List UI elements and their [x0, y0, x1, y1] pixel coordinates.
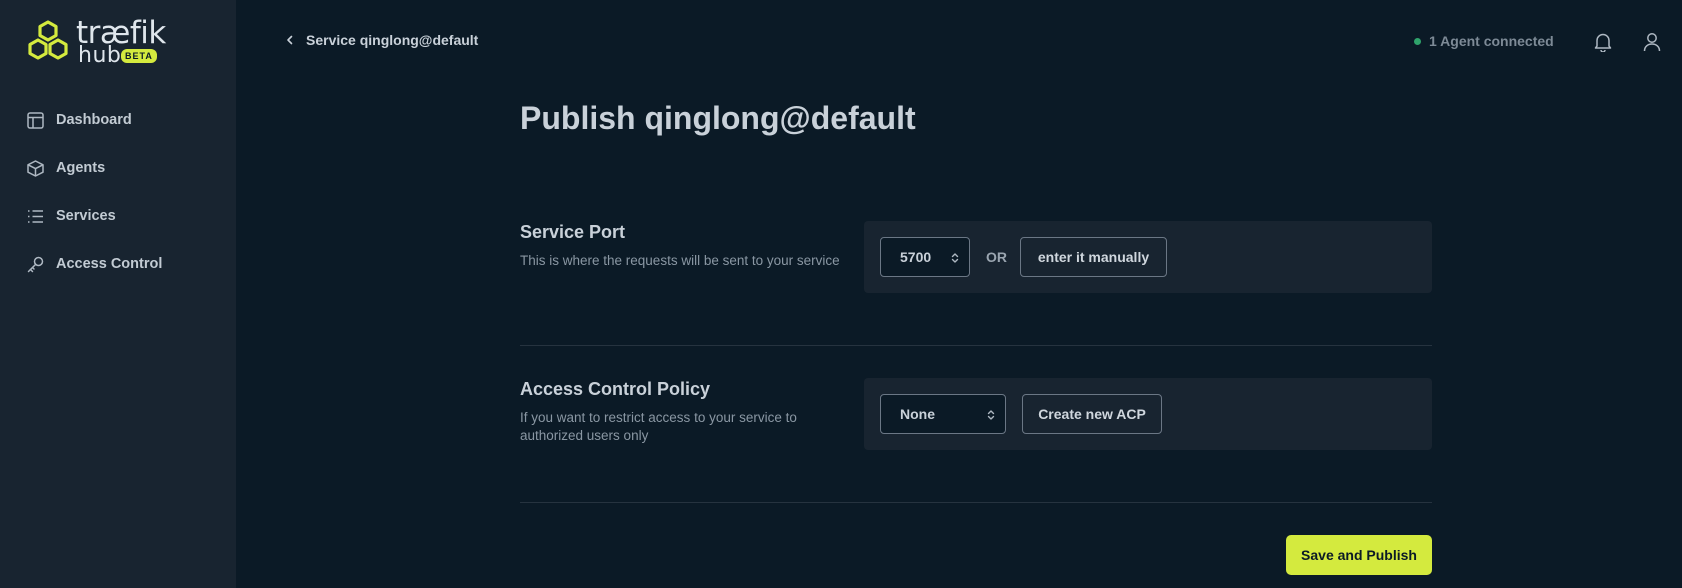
sidebar-item-label: Dashboard — [56, 112, 132, 128]
create-acp-button[interactable]: Create new ACP — [1022, 394, 1162, 434]
sidebar-item-access-control[interactable]: Access Control — [0, 240, 236, 288]
agent-status: 1 Agent connected — [1414, 33, 1554, 49]
service-port-title: Service Port — [520, 222, 626, 242]
acp-select[interactable]: None — [880, 394, 1006, 434]
access-control-panel: None Create new ACP — [864, 378, 1432, 450]
service-port-description: This is where the requests will be sent … — [520, 253, 840, 268]
brand-subname: hub — [78, 43, 122, 68]
acp-select-value: None — [900, 406, 935, 422]
access-control-description: If you want to restrict access to your s… — [520, 410, 797, 443]
page-title: Publish qinglong@default — [520, 100, 916, 136]
list-icon — [26, 207, 44, 225]
access-control-title: Access Control Policy — [520, 379, 711, 399]
back-link-label: Service qinglong@default — [306, 32, 479, 48]
enter-manually-button[interactable]: enter it manually — [1020, 237, 1167, 277]
chevron-left-icon — [286, 35, 294, 45]
select-arrows-icon — [987, 408, 995, 424]
sidebar-item-services[interactable]: Services — [0, 192, 236, 240]
select-arrows-icon — [951, 251, 959, 267]
or-label: OR — [986, 249, 1007, 265]
status-dot-icon — [1414, 37, 1421, 45]
hexagon-logo-icon — [28, 20, 68, 60]
save-and-publish-button[interactable]: Save and Publish — [1286, 535, 1432, 575]
dashboard-icon — [26, 111, 44, 129]
service-port-panel: 5700 OR enter it manually — [864, 221, 1432, 293]
cube-icon — [26, 159, 44, 177]
sidebar-item-label: Services — [56, 208, 116, 224]
section-divider — [520, 345, 1432, 346]
sidebar-item-agents[interactable]: Agents — [0, 144, 236, 192]
agent-status-label: 1 Agent connected — [1429, 33, 1554, 49]
key-icon — [26, 255, 44, 273]
sidebar-nav: Dashboard Agents Services Access Control — [0, 96, 236, 288]
sidebar-item-label: Agents — [56, 160, 106, 176]
bell-icon[interactable] — [1594, 32, 1612, 57]
section-divider — [520, 502, 1432, 503]
sidebar: træfik hub BETA Dashboard Agents Service… — [0, 0, 236, 588]
user-icon[interactable] — [1643, 32, 1661, 57]
sidebar-item-dashboard[interactable]: Dashboard — [0, 96, 236, 144]
sidebar-item-label: Access Control — [56, 256, 163, 272]
beta-badge: BETA — [121, 49, 157, 63]
port-select[interactable]: 5700 — [880, 237, 970, 277]
traefik-hub-logo[interactable]: træfik hub BETA — [26, 15, 166, 68]
port-select-value: 5700 — [900, 249, 932, 265]
back-link[interactable]: Service qinglong@default — [286, 32, 478, 48]
